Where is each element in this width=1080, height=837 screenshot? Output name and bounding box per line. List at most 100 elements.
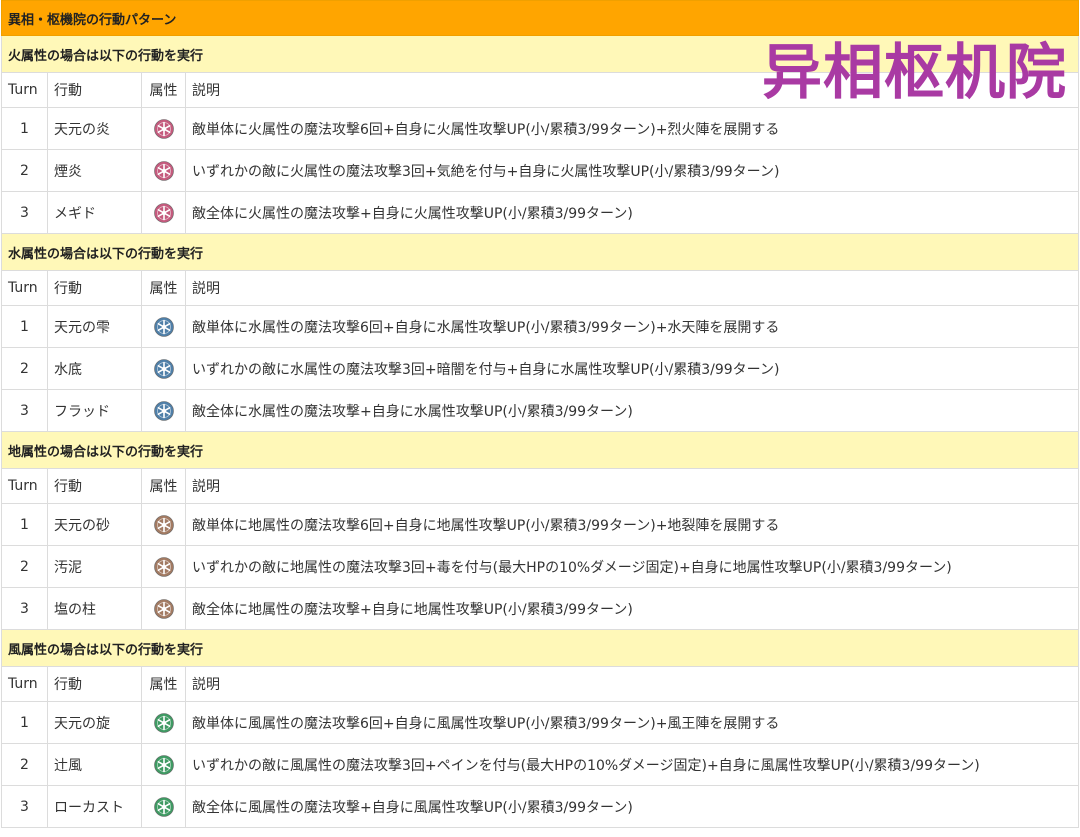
description-cell: 敵単体に風属性の魔法攻撃6回+自身に風属性攻撃UP(小/累積3/99ターン)+風…: [185, 701, 1079, 744]
section-header-row: 水属性の場合は以下の行動を実行: [1, 233, 1079, 271]
wind-attribute-icon: [153, 754, 174, 775]
water-attribute-icon: [153, 316, 174, 337]
water-attribute-icon: [153, 358, 174, 379]
column-header-description: 説明: [185, 270, 1079, 306]
fire-attribute-icon: [153, 160, 174, 181]
description-cell: 敵単体に火属性の魔法攻撃6回+自身に火属性攻撃UP(小/累積3/99ターン)+烈…: [185, 107, 1079, 150]
fire-attribute-icon: [153, 202, 174, 223]
column-header-action: 行動: [47, 72, 142, 108]
action-cell: メギド: [47, 191, 142, 234]
action-cell: 塩の柱: [47, 587, 142, 630]
watermark-text: 异相枢机院: [762, 38, 1067, 108]
action-cell: 辻風: [47, 743, 142, 786]
attribute-cell: [141, 587, 186, 630]
section-header-row: 風属性の場合は以下の行動を実行: [1, 629, 1079, 667]
wind-attribute-icon: [153, 712, 174, 733]
column-header-action: 行動: [47, 666, 142, 702]
action-cell: 汚泥: [47, 545, 142, 588]
description-cell: いずれかの敵に火属性の魔法攻撃3回+気絶を付与+自身に火属性攻撃UP(小/累積3…: [185, 149, 1079, 192]
section-header: 風属性の場合は以下の行動を実行: [1, 629, 1079, 667]
column-header-attribute: 属性: [141, 72, 186, 108]
column-header-turn: Turn: [1, 270, 48, 306]
column-header-turn: Turn: [1, 72, 48, 108]
action-cell: 煙炎: [47, 149, 142, 192]
turn-cell: 1: [1, 305, 48, 348]
section-header: 地属性の場合は以下の行動を実行: [1, 431, 1079, 469]
action-cell: 水底: [47, 347, 142, 390]
table-row: 2 煙炎 いずれかの敵に火属性の魔法攻撃3回+気絶を付与+自身に火属性攻撃UP(小/…: [1, 149, 1079, 192]
description-cell: 敵全体に水属性の魔法攻撃+自身に水属性攻撃UP(小/累積3/99ターン): [185, 389, 1079, 432]
column-header-row: Turn 行動 属性 説明: [1, 468, 1079, 504]
column-header-row: Turn 行動 属性 説明: [1, 666, 1079, 702]
column-header-turn: Turn: [1, 468, 48, 504]
column-header-action: 行動: [47, 468, 142, 504]
table-row: 1 天元の炎 敵単体に火属性の魔法攻撃6回+自身に火属性攻撃UP(小/累積3/99タ…: [1, 107, 1079, 150]
table-row: 1 天元の雫 敵単体に水属性の魔法攻撃6回+自身に水属性攻撃UP(小/累積3/99タ…: [1, 305, 1079, 348]
action-cell: 天元の雫: [47, 305, 142, 348]
attribute-cell: [141, 149, 186, 192]
action-cell: 天元の砂: [47, 503, 142, 546]
attribute-cell: [141, 305, 186, 348]
earth-attribute-icon: [153, 514, 174, 535]
column-header-attribute: 属性: [141, 666, 186, 702]
column-header-description: 説明: [185, 666, 1079, 702]
turn-cell: 3: [1, 191, 48, 234]
column-header-attribute: 属性: [141, 468, 186, 504]
attribute-cell: [141, 389, 186, 432]
attribute-cell: [141, 701, 186, 744]
action-cell: 天元の旋: [47, 701, 142, 744]
action-cell: フラッド: [47, 389, 142, 432]
attribute-cell: [141, 503, 186, 546]
attribute-cell: [141, 743, 186, 786]
column-header-attribute: 属性: [141, 270, 186, 306]
section-header: 水属性の場合は以下の行動を実行: [1, 233, 1079, 271]
action-cell: ローカスト: [47, 785, 142, 828]
column-header-description: 説明: [185, 468, 1079, 504]
turn-cell: 3: [1, 389, 48, 432]
table-row: 2 水底 いずれかの敵に水属性の魔法攻撃3回+暗闇を付与+自身に水属性攻撃UP(小/…: [1, 347, 1079, 390]
description-cell: 敵単体に水属性の魔法攻撃6回+自身に水属性攻撃UP(小/累積3/99ターン)+水…: [185, 305, 1079, 348]
section-header-row: 地属性の場合は以下の行動を実行: [1, 431, 1079, 469]
action-pattern-table-container: 異相・枢機院の行動パターン 火属性の場合は以下の行動を実行 Turn 行動 属性 説明 1…: [0, 0, 1080, 828]
table-title-row: 異相・枢機院の行動パターン: [1, 0, 1079, 36]
description-cell: いずれかの敵に地属性の魔法攻撃3回+毒を付与(最大HPの10%ダメージ固定)+自…: [185, 545, 1079, 588]
table-row: 2 辻風 いずれかの敵に風属性の魔法攻撃3回+ペインを付与(最大HPの10%ダメージ…: [1, 743, 1079, 786]
description-cell: 敵全体に風属性の魔法攻撃+自身に風属性攻撃UP(小/累積3/99ターン): [185, 785, 1079, 828]
table-row: 1 天元の砂 敵単体に地属性の魔法攻撃6回+自身に地属性攻撃UP(小/累積3/99タ…: [1, 503, 1079, 546]
table-row: 3 フラッド 敵全体に水属性の魔法攻撃+自身に水属性攻撃UP(小/累積3/99ターン…: [1, 389, 1079, 432]
table-row: 3 ローカスト 敵全体に風属性の魔法攻撃+自身に風属性攻撃UP(小/累積3/99ター…: [1, 785, 1079, 828]
description-cell: いずれかの敵に風属性の魔法攻撃3回+ペインを付与(最大HPの10%ダメージ固定)…: [185, 743, 1079, 786]
table-title: 異相・枢機院の行動パターン: [1, 0, 1079, 36]
fire-attribute-icon: [153, 118, 174, 139]
turn-cell: 3: [1, 785, 48, 828]
water-attribute-icon: [153, 400, 174, 421]
attribute-cell: [141, 785, 186, 828]
turn-cell: 3: [1, 587, 48, 630]
turn-cell: 1: [1, 701, 48, 744]
action-cell: 天元の炎: [47, 107, 142, 150]
earth-attribute-icon: [153, 598, 174, 619]
attribute-cell: [141, 191, 186, 234]
column-header-row: Turn 行動 属性 説明: [1, 270, 1079, 306]
description-cell: 敵全体に火属性の魔法攻撃+自身に火属性攻撃UP(小/累積3/99ターン): [185, 191, 1079, 234]
turn-cell: 2: [1, 347, 48, 390]
earth-attribute-icon: [153, 556, 174, 577]
description-cell: いずれかの敵に水属性の魔法攻撃3回+暗闇を付与+自身に水属性攻撃UP(小/累積3…: [185, 347, 1079, 390]
attribute-cell: [141, 107, 186, 150]
description-cell: 敵全体に地属性の魔法攻撃+自身に地属性攻撃UP(小/累積3/99ターン): [185, 587, 1079, 630]
table-row: 1 天元の旋 敵単体に風属性の魔法攻撃6回+自身に風属性攻撃UP(小/累積3/99タ…: [1, 701, 1079, 744]
table-row: 3 塩の柱 敵全体に地属性の魔法攻撃+自身に地属性攻撃UP(小/累積3/99ターン): [1, 587, 1079, 630]
turn-cell: 1: [1, 107, 48, 150]
turn-cell: 2: [1, 149, 48, 192]
wind-attribute-icon: [153, 796, 174, 817]
table-row: 3 メギド 敵全体に火属性の魔法攻撃+自身に火属性攻撃UP(小/累積3/99ターン): [1, 191, 1079, 234]
description-cell: 敵単体に地属性の魔法攻撃6回+自身に地属性攻撃UP(小/累積3/99ターン)+地…: [185, 503, 1079, 546]
attribute-cell: [141, 545, 186, 588]
column-header-turn: Turn: [1, 666, 48, 702]
table-row: 2 汚泥 いずれかの敵に地属性の魔法攻撃3回+毒を付与(最大HPの10%ダメージ固定…: [1, 545, 1079, 588]
turn-cell: 2: [1, 545, 48, 588]
turn-cell: 2: [1, 743, 48, 786]
action-pattern-table: 異相・枢機院の行動パターン 火属性の場合は以下の行動を実行 Turn 行動 属性 説明 1…: [1, 0, 1079, 828]
attribute-cell: [141, 347, 186, 390]
turn-cell: 1: [1, 503, 48, 546]
